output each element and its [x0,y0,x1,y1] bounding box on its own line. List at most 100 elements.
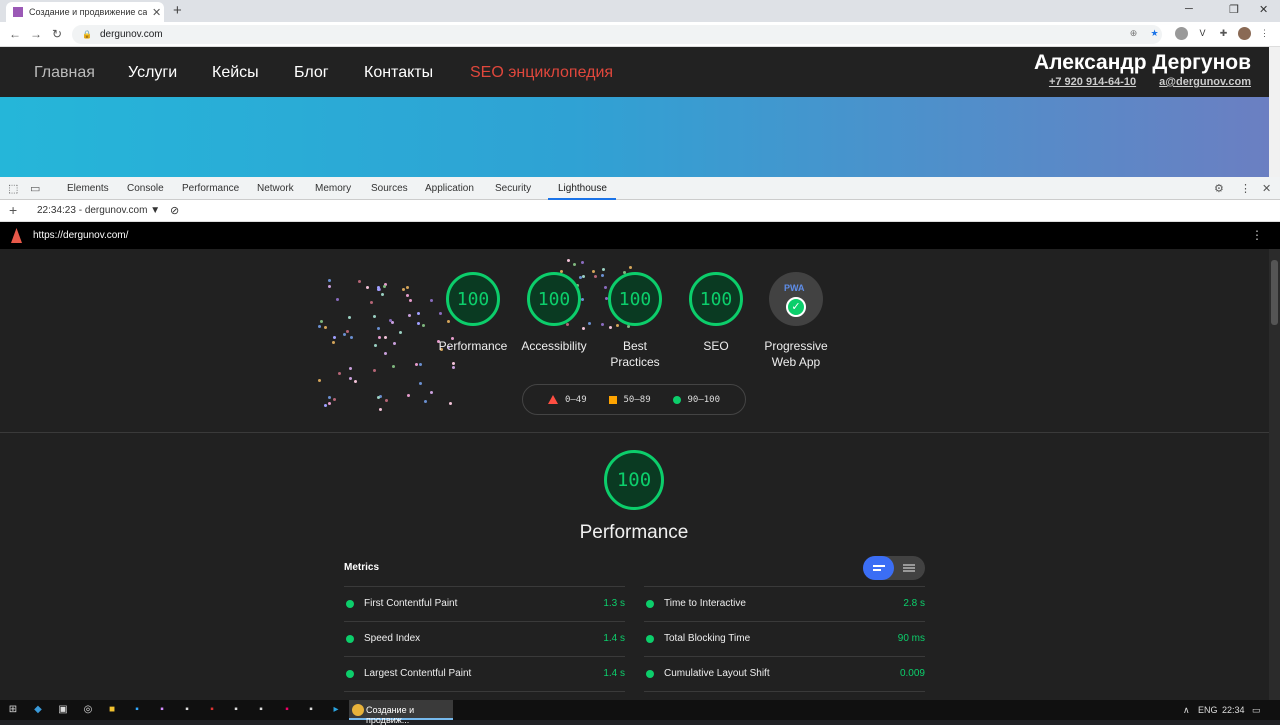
confetti-dot [327,401,331,405]
toggle-compact-icon[interactable] [863,556,894,580]
url-text: dergunov.com [99,29,163,40]
hero-banner [0,97,1269,177]
pass-dot-icon [346,670,354,678]
inspect-element-icon[interactable]: ⬚ [8,182,18,195]
tab-application[interactable]: Application [425,183,474,194]
telegram-icon[interactable]: ▸ [330,704,342,716]
lock-icon: 🔒 [82,30,92,39]
confetti-dot [399,330,402,334]
settings-gear-icon[interactable]: ⚙ [1214,182,1224,195]
vscode-icon[interactable]: ◆ [32,704,44,716]
site-navigation: Главная Услуги Кейсы Блог Контакты SEO э… [0,47,1269,97]
gauge-score: 100 [618,288,652,310]
nav-cases[interactable]: Кейсы [212,64,259,82]
clear-reports-icon[interactable]: ⊘ [170,204,179,217]
phone-link[interactable]: +7 920 914-64-10 [1049,76,1136,88]
confetti-dot [335,298,339,302]
tray-chevron-icon[interactable]: ∧ [1183,705,1190,716]
close-tab-icon[interactable]: ✕ [152,6,161,19]
close-devtools-icon[interactable]: ✕ [1262,182,1271,195]
confetti-dot [328,278,332,282]
app-icon[interactable]: ▪ [255,704,267,716]
nav-services[interactable]: Услуги [128,64,177,82]
tab-console[interactable]: Console [127,183,164,194]
browser-menu-icon[interactable]: ⋮ [1258,27,1271,40]
pass-dot-icon [346,635,354,643]
clock[interactable]: 22:34 [1222,705,1245,715]
chrome-icon [352,704,364,716]
tab-performance[interactable]: Performance [182,183,239,194]
app-icon[interactable]: ▪ [281,704,293,716]
nav-home[interactable]: Главная [34,64,95,82]
forward-icon[interactable]: → [30,27,42,41]
confetti-dot [451,365,455,369]
tab-security[interactable]: Security [495,183,531,194]
premiere-icon[interactable]: ▪ [156,704,168,716]
brand-name: Александр Дергунов [1033,51,1251,74]
filezilla-icon[interactable]: ▪ [206,704,218,716]
app-icon[interactable]: ▪ [230,704,242,716]
report-scrollbar-thumb[interactable] [1271,260,1278,325]
terminal-icon[interactable]: ▣ [57,704,69,716]
confetti-dot [379,407,383,411]
report-menu-icon[interactable]: ⋮ [1251,228,1263,242]
settings-app-icon[interactable]: ◎ [82,704,94,716]
file-explorer-icon[interactable]: ■ [106,704,118,716]
devtools-menu-icon[interactable]: ⋮ [1240,182,1251,195]
nav-seo-encyclopedia[interactable]: SEO энциклопедия [470,64,613,82]
photoshop-icon[interactable]: ▪ [131,704,143,716]
notifications-icon[interactable]: ▭ [1252,705,1261,716]
circle-icon [672,395,681,404]
app-icon[interactable]: ▪ [305,704,317,716]
extension-globe-icon[interactable] [1175,27,1188,40]
omnibox[interactable]: 🔒 dergunov.com [72,25,1162,44]
confetti-dot [567,259,571,263]
avatar[interactable] [1238,27,1251,40]
extension-v-icon[interactable]: V [1196,27,1209,40]
close-window-icon[interactable]: ✕ [1259,3,1268,16]
email-link[interactable]: a@dergunov.com [1159,76,1251,88]
minimize-icon[interactable]: ─ [1185,3,1193,15]
new-report-icon[interactable]: + [9,202,17,218]
metric-name: Time to Interactive [664,598,746,609]
new-tab-button[interactable]: + [173,2,182,19]
tab-lighthouse[interactable]: Lighthouse [558,183,607,194]
confetti-dot [318,378,322,382]
report-url[interactable]: https://dergunov.com/ [33,230,128,241]
metric-cls: Cumulative Layout Shift 0.009 [644,656,925,691]
device-toolbar-icon[interactable]: ▭ [30,182,40,195]
windows-start-icon[interactable]: ⊞ [7,704,19,716]
gauge-pwa[interactable]: PWA ✓ Progressive Web App [741,272,851,370]
tab-network[interactable]: Network [257,183,294,194]
tab-sources[interactable]: Sources [371,183,408,194]
tab-memory[interactable]: Memory [315,183,351,194]
confetti-dot [393,342,397,346]
confetti-dot [408,314,412,318]
tab-elements[interactable]: Elements [67,183,109,194]
confetti-dot [373,343,377,347]
language-indicator[interactable]: ENG [1198,705,1218,715]
metrics-view-toggle[interactable] [863,556,925,580]
bookmark-star-icon[interactable]: ★ [1148,27,1161,40]
reload-icon[interactable]: ↻ [52,27,62,41]
confetti-dot [429,390,433,394]
page-action-icon[interactable]: ⊕ [1127,27,1140,40]
confetti-dot [451,362,455,366]
gauge-ring: 100 [446,272,500,326]
gauge-ring: 100 [527,272,581,326]
confetti-dot [348,367,352,371]
pass-dot-icon [646,600,654,608]
taskbar-chrome-window[interactable]: Создание и продвиж... [349,700,453,725]
nav-blog[interactable]: Блог [294,64,329,82]
confetti-dot [349,377,353,381]
back-icon[interactable]: ← [9,27,21,41]
report-selector[interactable]: 22:34:23 - dergunov.com ▼ [37,205,160,216]
browser-tab[interactable]: Создание и продвижение сайтов ✕ [6,2,164,22]
extensions-puzzle-icon[interactable]: ✚ [1217,27,1230,40]
maximize-icon[interactable]: ❐ [1229,3,1239,16]
metric-row-divider [644,691,925,695]
page-scrollbar[interactable] [1269,47,1280,177]
lighthouse-toolbar: + 22:34:23 - dergunov.com ▼ ⊘ [0,200,1280,222]
nav-contacts[interactable]: Контакты [364,64,433,82]
app-icon[interactable]: ▪ [181,704,193,716]
